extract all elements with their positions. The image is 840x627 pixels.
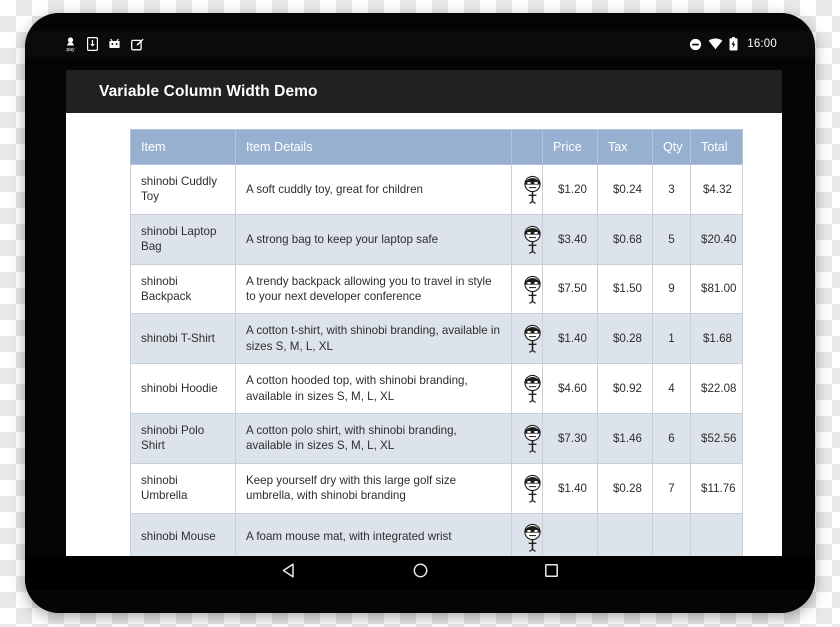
shinobi-avatar-icon [511,363,543,415]
cell-tax: $0.28 [597,462,653,514]
cell-item-details: A cotton t-shirt, with shinobi branding,… [235,313,512,365]
cell-total: $1.68 [690,313,743,365]
shinobi-avatar-icon [511,462,543,514]
cell-tax: $0.24 [597,164,653,215]
cell-total: $20.40 [690,213,743,265]
column-header-total[interactable]: Total [690,129,743,165]
table-header: Item Item Details Price Tax Qty Total [130,129,743,165]
cell-price: $7.50 [542,263,598,315]
table-scroll-container[interactable]: Item Item Details Price Tax Qty Total sh… [66,113,782,558]
column-header-details[interactable]: Item Details [235,129,512,165]
cell-total: $81.00 [690,263,743,315]
cell-qty [652,512,691,558]
cell-total [690,512,743,558]
cell-item-details: A soft cuddly toy, great for children [235,164,512,215]
cell-price: $3.40 [542,213,598,265]
svg-text:pay: pay [66,47,75,52]
back-triangle-icon[interactable] [281,562,298,584]
cell-price: $1.40 [542,313,598,365]
cell-item-name: shinobi Polo Shirt [130,413,236,464]
status-bar-system-icons: 16:00 [689,37,777,51]
column-header-qty[interactable]: Qty [652,129,691,165]
cell-item-name: shinobi Umbrella [130,462,236,514]
cell-price: $4.60 [542,363,598,415]
cell-item-name: shinobi Laptop Bag [130,213,236,265]
cell-tax: $1.46 [597,413,653,464]
wifi-icon [708,38,723,50]
table-row[interactable]: shinobi Cuddly Toy A soft cuddly toy, gre… [130,164,743,215]
cell-item-name: shinobi Hoodie [130,363,236,415]
cell-total: $11.76 [690,462,743,514]
cell-price: $1.20 [542,164,598,215]
android-navigation-bar [25,556,815,590]
cell-total: $22.08 [690,363,743,415]
do-not-disturb-icon [689,38,702,51]
cell-tax: $0.92 [597,363,653,415]
column-header-item[interactable]: Item [130,129,236,165]
cell-qty: 9 [652,263,691,315]
table-row[interactable]: shinobi Umbrella Keep yourself dry with t… [130,462,743,514]
cell-tax: $0.28 [597,313,653,365]
pay-icon: pay [64,36,77,52]
recents-square-icon[interactable] [543,562,560,584]
cell-qty: 3 [652,164,691,215]
table-header-row: Item Item Details Price Tax Qty Total [130,129,743,165]
android-robot-icon [108,38,121,50]
items-table: Item Item Details Price Tax Qty Total sh… [130,129,743,558]
table-row[interactable]: shinobi Laptop Bag A strong bag to keep y… [130,213,743,265]
cell-price: $7.30 [542,413,598,464]
cell-qty: 1 [652,313,691,365]
home-circle-icon[interactable] [412,562,429,584]
cell-tax: $1.50 [597,263,653,315]
status-bar-clock: 16:00 [747,38,777,50]
cell-price [542,512,598,558]
status-bar-notification-icons: pay [64,36,144,52]
shinobi-avatar-icon [511,512,543,558]
cell-total: $4.32 [690,164,743,215]
cell-qty: 6 [652,413,691,464]
column-header-tax[interactable]: Tax [597,129,653,165]
cell-item-name: shinobi Cuddly Toy [130,164,236,215]
cell-item-details: A cotton polo shirt, with shinobi brandi… [235,413,512,464]
cell-tax: $0.68 [597,213,653,265]
cell-item-name: shinobi T-Shirt [130,313,236,365]
table-row[interactable]: shinobi Backpack A trendy backpack allowi… [130,263,743,315]
cell-qty: 4 [652,363,691,415]
table-row[interactable]: shinobi Mouse A foam mouse mat, with inte… [130,512,743,558]
cell-item-name: shinobi Mouse [130,512,236,558]
cell-item-details: Keep yourself dry with this large golf s… [235,462,512,514]
cell-item-details: A trendy backpack allowing you to travel… [235,263,512,315]
screenshot-edit-icon [131,38,144,51]
tablet-device-frame: pay 16:00 Variable Column Width Demo Ite… [25,13,815,613]
cell-item-details: A strong bag to keep your laptop safe [235,213,512,265]
shinobi-avatar-icon [511,263,543,315]
cell-price: $1.40 [542,462,598,514]
shinobi-avatar-icon [511,213,543,265]
table-row[interactable]: shinobi T-Shirt A cotton t-shirt, with sh… [130,313,743,365]
cell-tax [597,512,653,558]
battery-charging-icon [729,37,738,51]
column-header-price[interactable]: Price [542,129,598,165]
android-status-bar: pay 16:00 [25,31,815,57]
shinobi-avatar-icon [511,413,543,464]
app-window: Variable Column Width Demo Item Item Det… [66,70,782,558]
shinobi-avatar-icon [511,164,543,215]
app-bar: Variable Column Width Demo [66,70,782,113]
cell-qty: 5 [652,213,691,265]
cell-item-name: shinobi Backpack [130,263,236,315]
download-icon [87,37,98,51]
cell-qty: 7 [652,462,691,514]
table-body: shinobi Cuddly Toy A soft cuddly toy, gre… [130,164,743,558]
shinobi-avatar-icon [511,313,543,365]
app-title: Variable Column Width Demo [99,82,318,100]
table-row[interactable]: shinobi Polo Shirt A cotton polo shirt, w… [130,413,743,464]
column-header-image[interactable] [511,129,543,165]
cell-item-details: A foam mouse mat, with integrated wrist [235,512,512,558]
cell-total: $52.56 [690,413,743,464]
table-row[interactable]: shinobi Hoodie A cotton hooded top, with … [130,363,743,415]
cell-item-details: A cotton hooded top, with shinobi brandi… [235,363,512,415]
